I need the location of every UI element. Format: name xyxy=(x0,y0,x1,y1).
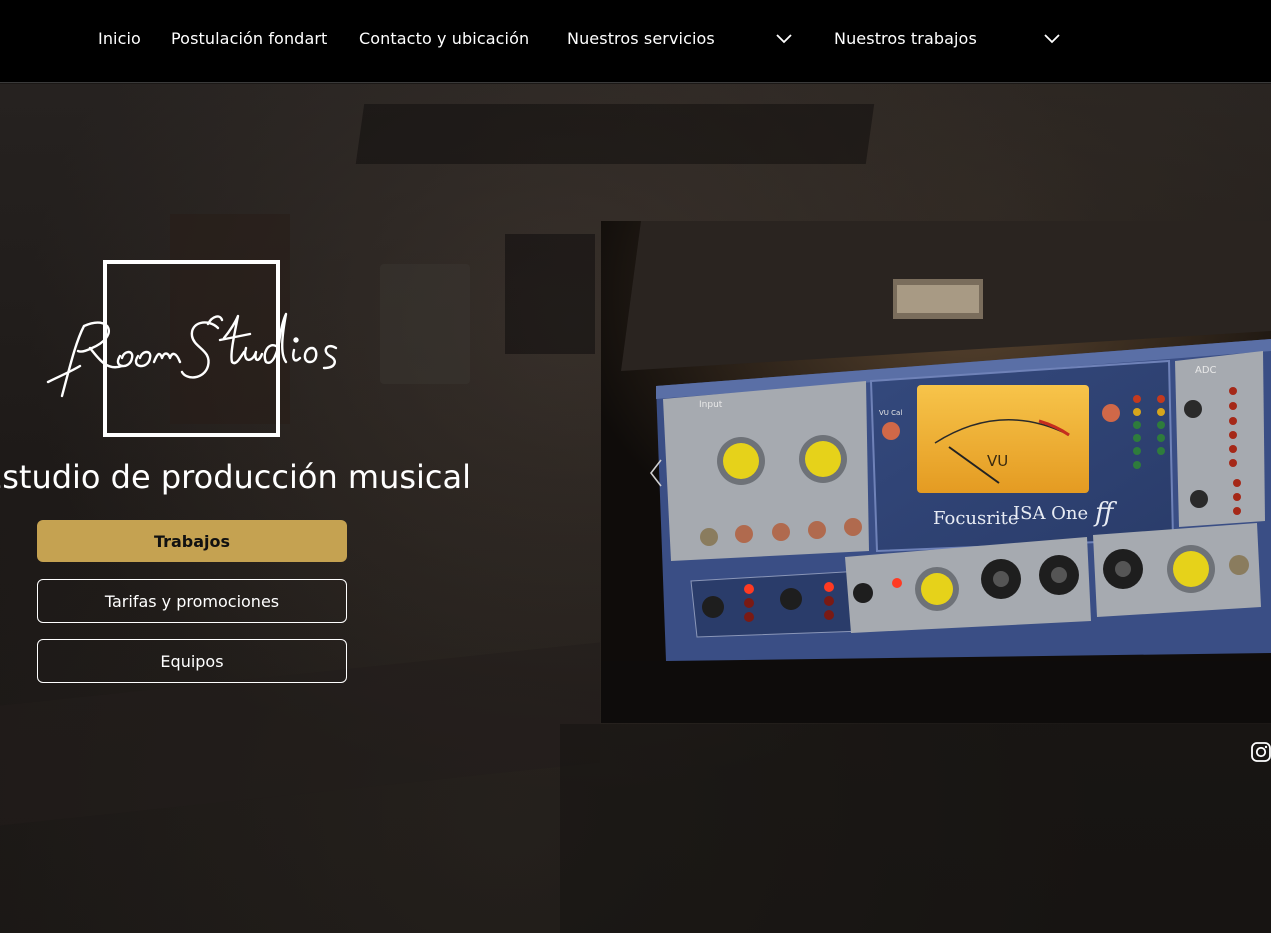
room-studios-logo xyxy=(46,312,338,398)
tarifas-button[interactable]: Tarifas y promociones xyxy=(37,579,347,623)
input-panel-label: Input xyxy=(699,400,723,410)
chevron-down-icon[interactable] xyxy=(775,31,793,45)
focusrite-isa-one-photo: Input VU VU Cal Focusrite ISA One ff ADC xyxy=(601,221,1271,723)
chevron-left-icon[interactable] xyxy=(647,458,667,488)
nav-item-nuestros-trabajos[interactable]: Nuestros trabajos xyxy=(834,29,977,49)
floor-rug xyxy=(560,724,1271,933)
nav-item-inicio[interactable]: Inicio xyxy=(98,29,141,49)
chevron-down-icon[interactable] xyxy=(1043,31,1061,45)
instagram-icon[interactable] xyxy=(1250,741,1271,763)
nav-item-nuestros-servicios[interactable]: Nuestros servicios xyxy=(567,29,715,49)
nav-item-postulacion-fondart[interactable]: Postulación fondart xyxy=(171,29,327,49)
adc-panel-label: ADC xyxy=(1195,365,1217,376)
device-model: ISA One xyxy=(1013,503,1088,524)
vu-meter-label: VU xyxy=(987,452,1008,470)
studio-monitor xyxy=(380,264,470,384)
vu-cal-label: VU Cal xyxy=(879,409,902,417)
ceiling-shadow xyxy=(355,104,875,164)
device-brand: Focusrite xyxy=(933,508,1019,529)
top-navigation: Inicio Postulación fondart Contacto y ub… xyxy=(0,0,1271,83)
trabajos-button[interactable]: Trabajos xyxy=(37,520,347,562)
wall-panel xyxy=(505,234,595,354)
hero-tagline: Estudio de producción musical xyxy=(0,458,471,496)
nav-item-contacto[interactable]: Contacto y ubicación xyxy=(359,29,529,49)
equipos-button[interactable]: Equipos xyxy=(37,639,347,683)
gallery-slide[interactable]: Input VU VU Cal Focusrite ISA One ff ADC xyxy=(601,221,1271,723)
